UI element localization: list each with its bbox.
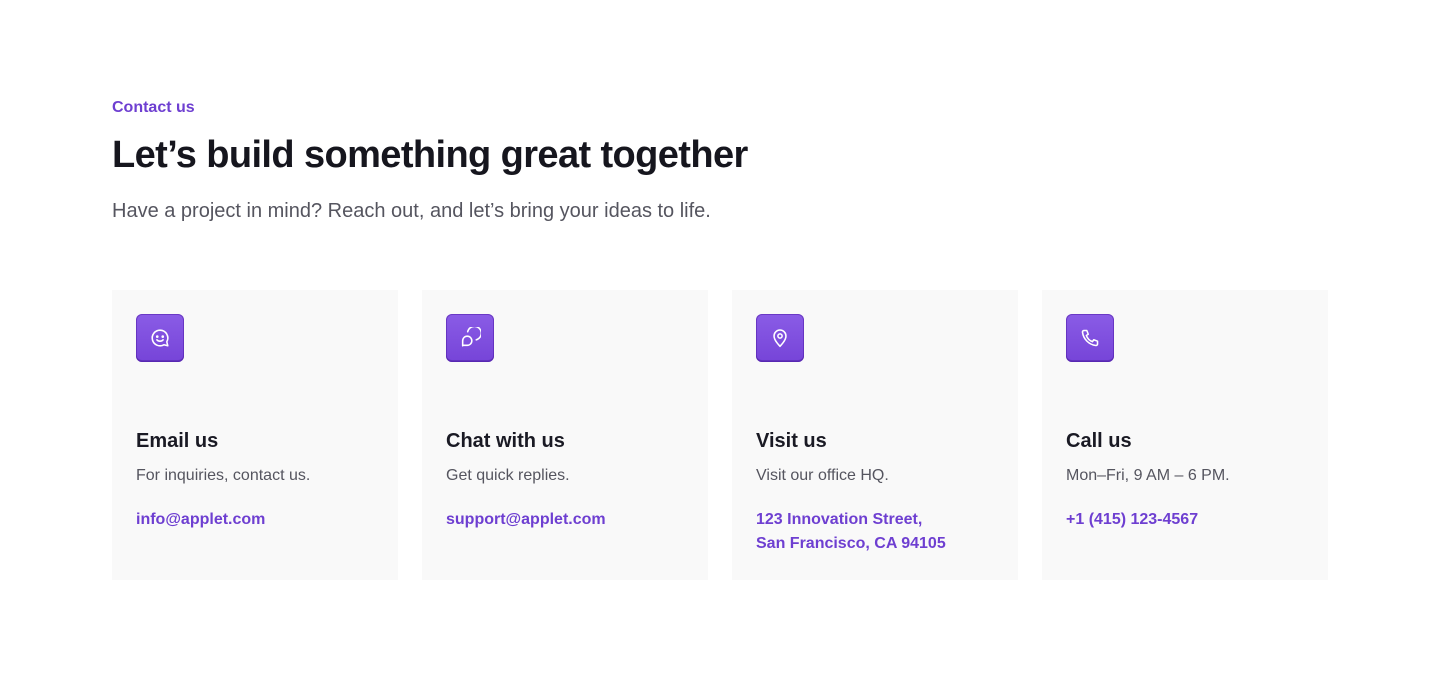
- card-title: Visit us: [756, 430, 827, 452]
- card-description: Visit our office HQ.: [756, 467, 889, 484]
- phone-link[interactable]: +1 (415) 123-4567: [1066, 508, 1198, 532]
- eyebrow-label: Contact us: [112, 99, 195, 116]
- contact-card-email: Email us For inquiries, contact us. info…: [112, 290, 398, 580]
- card-title: Chat with us: [446, 430, 565, 452]
- email-link[interactable]: info@applet.com: [136, 508, 265, 532]
- support-email-link[interactable]: support@applet.com: [446, 508, 606, 532]
- contact-header: Contact us Let’s build something great t…: [112, 96, 1328, 226]
- page-subtitle: Have a project in mind? Reach out, and l…: [112, 200, 711, 222]
- card-description: Mon–Fri, 9 AM – 6 PM.: [1066, 467, 1230, 484]
- chat-bubble-icon: [446, 314, 494, 362]
- contact-card-call: Call us Mon–Fri, 9 AM – 6 PM. +1 (415) 1…: [1042, 290, 1328, 580]
- card-description: For inquiries, contact us.: [136, 467, 311, 484]
- page-title: Let’s build something great together: [112, 134, 748, 176]
- contact-cards: Email us For inquiries, contact us. info…: [112, 290, 1328, 580]
- contact-card-chat: Chat with us Get quick replies. support@…: [422, 290, 708, 580]
- card-description: Get quick replies.: [446, 467, 570, 484]
- card-title: Call us: [1066, 430, 1132, 452]
- card-title: Email us: [136, 430, 219, 452]
- smile-message-icon: [136, 314, 184, 362]
- address-link[interactable]: 123 Innovation Street, San Francisco, CA…: [756, 508, 946, 556]
- phone-icon: [1066, 314, 1114, 362]
- map-pin-icon: [756, 314, 804, 362]
- contact-card-visit: Visit us Visit our office HQ. 123 Innova…: [732, 290, 1018, 580]
